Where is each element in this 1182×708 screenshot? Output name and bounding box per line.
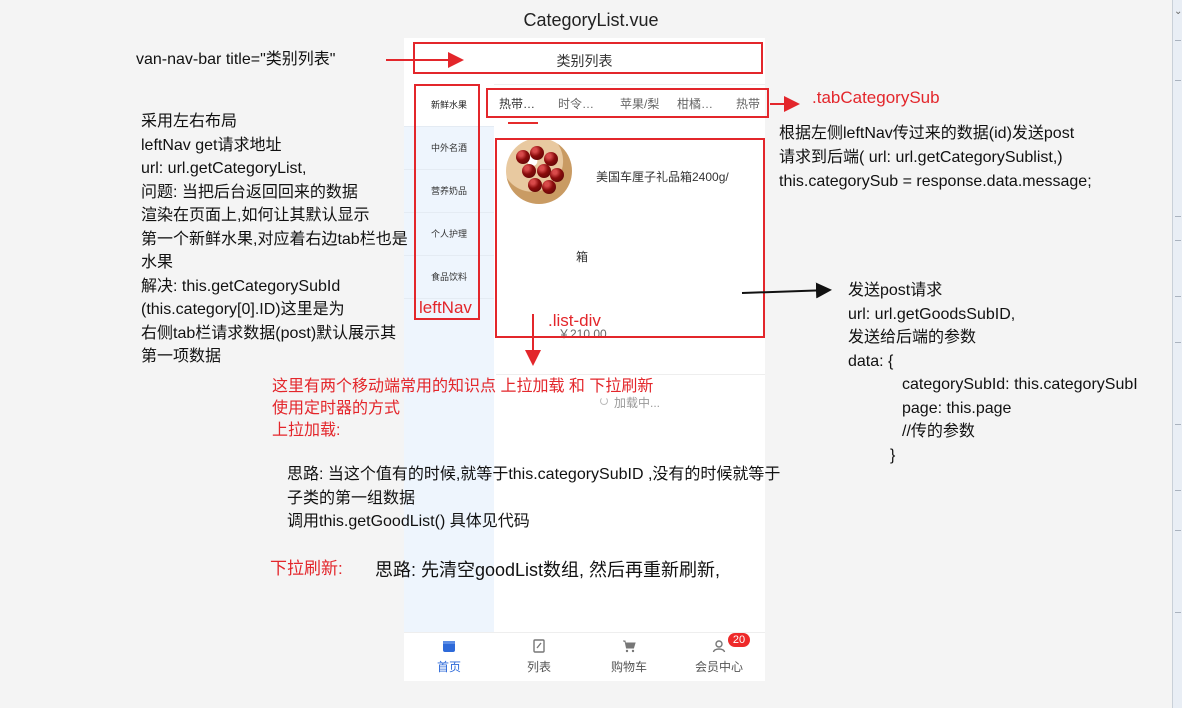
navbar-annotation: van-nav-bar title="类别列表" xyxy=(136,51,336,68)
leftnav-label: leftNav xyxy=(419,298,472,317)
cart-icon xyxy=(623,640,636,653)
page-title: CategoryList.vue xyxy=(523,10,659,30)
chevron-down-icon[interactable]: ⌄ xyxy=(1174,6,1182,17)
home-icon xyxy=(443,641,455,652)
refresh-label: 下拉刷新: xyxy=(270,559,343,578)
left-explain: 采用左右布局 leftNav get请求地址 url: url.getCateg… xyxy=(141,113,408,365)
list-icon xyxy=(533,639,545,653)
tabbar-cart[interactable]: 购物车 xyxy=(584,633,674,681)
right-mid-explain: 发送post请求 url: url.getGoodsSubID, 发送给后端的参… xyxy=(848,282,1138,464)
right-scroll-strip[interactable]: ⌄ xyxy=(1172,0,1182,708)
list-div-highlight-box xyxy=(495,138,765,338)
navbar-highlight-box xyxy=(413,42,763,74)
pullup-explain: 思路: 当这个值有的时候,就等于this.categorySubID ,没有的时… xyxy=(287,466,781,530)
user-icon xyxy=(712,640,726,653)
tabbar-label-member: 会员中心 xyxy=(694,660,743,674)
active-tab-indicator xyxy=(508,122,538,124)
leftnav-highlight-box xyxy=(414,84,480,320)
tabs-highlight-box xyxy=(486,88,769,118)
tabbar-label-list: 列表 xyxy=(526,660,551,674)
bottom-red-explain: 这里有两个移动端常用的知识点 上拉加载 和 下拉刷新 使用定时器的方式 上拉加载… xyxy=(272,378,654,439)
refresh-explain: 思路: 先清空goodList数组, 然后再重新刷新, xyxy=(375,560,721,580)
tabbar-list[interactable]: 列表 xyxy=(494,633,584,681)
divider xyxy=(496,374,765,375)
tabbar-home[interactable]: 首页 xyxy=(404,633,494,681)
tab-category-sub-label: .tabCategorySub xyxy=(812,88,940,107)
right-top-explain: 根据左侧leftNav传过来的数据(id)发送post 请求到后端( url: … xyxy=(779,125,1092,190)
tabbar-label-cart: 购物车 xyxy=(610,660,647,674)
member-badge: 20 xyxy=(728,633,750,647)
tabbar-label-home: 首页 xyxy=(436,660,461,674)
list-div-label: .list-div xyxy=(548,311,601,330)
bottom-tabbar: 首页 列表 购物车 20 会员中心 xyxy=(404,632,765,681)
tabbar-member[interactable]: 20 会员中心 xyxy=(674,633,764,681)
